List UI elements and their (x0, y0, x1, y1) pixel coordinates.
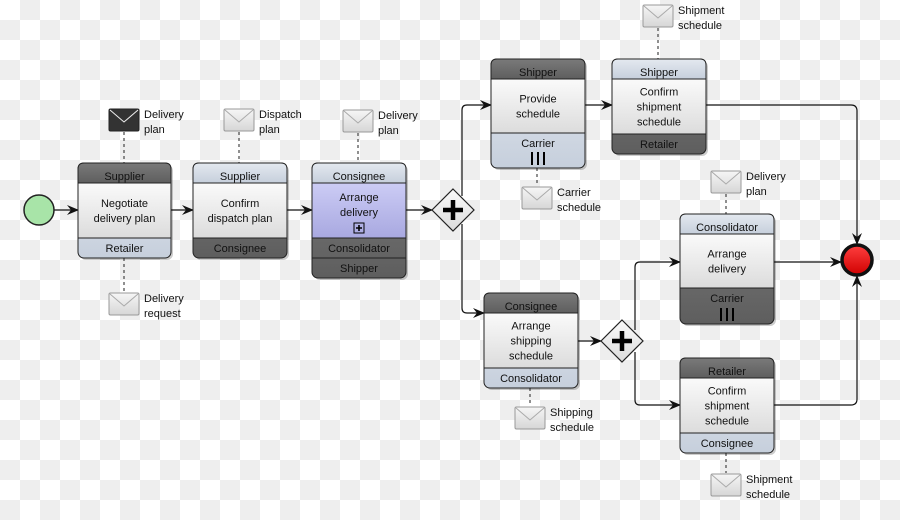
participant-label: Shipper (640, 67, 678, 79)
message-m5[interactable]: Shipment schedule (642, 4, 724, 32)
message-m6[interactable]: Carrier schedule (521, 186, 601, 214)
message-label: plan (378, 125, 399, 137)
message-m8[interactable]: Shipping schedule (514, 406, 594, 434)
participant-label: Consignee (701, 438, 754, 450)
choreography-diagram: SupplierNegotiatedelivery planRetailerSu… (23, 4, 874, 501)
message-m2[interactable]: Dispatch plan (223, 108, 302, 136)
choreography-task-t8[interactable]: Retailer Confirm shipment schedule Consignee (679, 357, 776, 455)
task-name: shipment (705, 401, 750, 413)
message-label: Delivery (378, 110, 418, 122)
participant-label: Carrier (521, 138, 555, 150)
task-name: delivery (340, 207, 378, 219)
task-name: schedule (509, 351, 553, 363)
participant-label: Retailer (106, 243, 144, 255)
participant-label: Consolidator (328, 243, 390, 255)
message-label: Delivery (746, 171, 786, 183)
sequence-flow[interactable] (774, 275, 862, 406)
message-label: Delivery (144, 109, 184, 121)
choreography-task-t6[interactable]: Consignee Arrange shipping schedule Consolid… (483, 292, 580, 390)
participant-label: Carrier (710, 293, 744, 305)
start-event[interactable] (23, 194, 55, 226)
sequence-flow[interactable] (461, 100, 492, 196)
participant-label: Consignee (505, 301, 558, 313)
sequence-flow[interactable] (634, 257, 681, 330)
choreography-task-t1[interactable]: Supplier Negotiate delivery plan Retailer (77, 162, 173, 260)
task-name: Arrange (511, 321, 550, 333)
message-label: plan (746, 186, 767, 198)
message-label: schedule (550, 422, 594, 434)
participant-label: Retailer (708, 366, 746, 378)
participant-label: Retailer (640, 139, 678, 151)
message-m1[interactable]: Delivery plan (108, 108, 184, 136)
message-label: Delivery (144, 293, 184, 305)
participant-label: Shipper (519, 67, 557, 79)
task-name: Arrange (707, 249, 746, 261)
message-m9[interactable]: Shipment schedule (710, 473, 792, 501)
choreography-task-t4[interactable]: Shipper Provide schedule Carrier (490, 58, 587, 170)
participant-label: Consolidator (696, 222, 758, 234)
choreography-task-t5[interactable]: Shipper Confirm shipment schedule Retailer (611, 58, 708, 156)
message-label: plan (144, 124, 165, 136)
task-name: Confirm (221, 198, 260, 210)
task-name: delivery plan (94, 213, 156, 225)
participant-label: Supplier (104, 171, 145, 183)
task-name: Provide (519, 94, 556, 106)
end-event[interactable] (840, 243, 874, 277)
task-name: delivery (708, 264, 746, 276)
task-name: Confirm (640, 87, 679, 99)
task-body[interactable] (679, 233, 775, 289)
message-m3[interactable]: Delivery plan (342, 109, 418, 137)
task-name: shipping (511, 336, 552, 348)
message-label: schedule (557, 202, 601, 214)
envelope-icon (514, 406, 546, 430)
sequence-flow[interactable] (634, 352, 681, 410)
choreography-task-t7[interactable]: Consolidator Arrange delivery Carrier (679, 213, 776, 326)
choreography-task-t2[interactable]: Supplier Confirm dispatch plan Consignee (192, 162, 289, 260)
envelope-icon (108, 292, 140, 316)
task-body[interactable] (192, 182, 288, 239)
task-body[interactable] (490, 78, 586, 134)
participant-label: Consignee (214, 243, 267, 255)
task-body[interactable] (77, 182, 172, 239)
participant-label: Consignee (333, 171, 386, 183)
message-label: schedule (746, 489, 790, 501)
message-label: Dispatch (259, 109, 302, 121)
message-label: plan (259, 124, 280, 136)
envelope-icon (710, 473, 742, 497)
message-m7[interactable]: Delivery plan (710, 170, 786, 198)
parallel-gateway[interactable] (431, 188, 475, 232)
task-name: Negotiate (101, 198, 148, 210)
participant-label: Consolidator (500, 373, 562, 385)
sequence-flow[interactable] (461, 224, 485, 318)
participant-label: Shipper (340, 263, 378, 275)
message-label: request (144, 308, 181, 320)
envelope-icon (710, 170, 742, 194)
task-name: schedule (705, 416, 749, 428)
nodes: SupplierNegotiatedelivery planRetailerSu… (23, 4, 874, 501)
message-label: Shipping (550, 407, 593, 419)
message-label: schedule (678, 20, 722, 32)
task-name: schedule (516, 109, 560, 121)
participant-label: Supplier (220, 171, 261, 183)
message-label: Carrier (557, 187, 591, 199)
choreography-task-t3[interactable]: Consignee Arrange delivery Consolidator Ship… (311, 162, 408, 280)
envelope-icon (342, 109, 374, 133)
envelope-icon (521, 186, 553, 210)
envelope-icon (642, 4, 674, 28)
envelope-icon (108, 108, 140, 132)
message-label: Shipment (746, 474, 792, 486)
task-name: Confirm (708, 386, 747, 398)
parallel-gateway[interactable] (600, 319, 644, 363)
message-label: Shipment (678, 5, 724, 17)
task-name: schedule (637, 117, 681, 129)
task-name: Arrange (339, 192, 378, 204)
task-name: dispatch plan (208, 213, 273, 225)
task-name: shipment (637, 102, 682, 114)
message-m4[interactable]: Delivery request (108, 292, 184, 320)
envelope-icon (223, 108, 255, 132)
